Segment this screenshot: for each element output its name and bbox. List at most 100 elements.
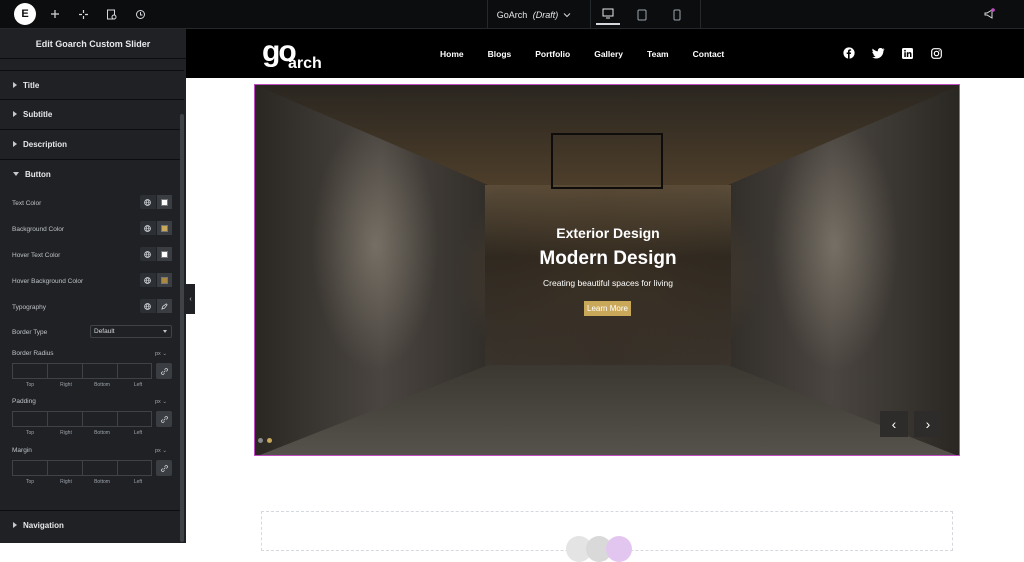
color-swatch[interactable] (155, 247, 172, 261)
margin-inputs (12, 460, 172, 476)
globe-icon[interactable] (140, 221, 156, 235)
pagination-dot-active[interactable] (267, 438, 272, 443)
border-type-value: Default (94, 328, 115, 335)
left-input[interactable] (117, 460, 153, 476)
left-input[interactable] (117, 411, 153, 427)
hover-text-color-label: Hover Text Color (12, 252, 61, 259)
typography-control[interactable] (140, 299, 172, 313)
tablet-view-button[interactable] (630, 4, 654, 25)
nav-team[interactable]: Team (647, 49, 669, 59)
custom-slider[interactable]: Exterior Design Modern Design Creating b… (254, 84, 960, 456)
elementor-logo-button[interactable]: E (14, 3, 36, 25)
section-description[interactable]: Description (0, 129, 184, 158)
slide-image-corridor (485, 185, 731, 365)
nav-contact[interactable]: Contact (693, 49, 725, 59)
chevron-down-icon (163, 330, 167, 333)
desktop-view-button[interactable] (596, 4, 620, 25)
color-swatch[interactable] (155, 273, 172, 287)
slider-next-button[interactable]: › (914, 411, 942, 437)
padding-unit[interactable]: px ⌄ (155, 399, 167, 405)
slider-pagination (258, 438, 276, 443)
margin-unit[interactable]: px ⌄ (155, 448, 167, 454)
border-radius-unit[interactable]: px ⌄ (155, 351, 167, 357)
hover-background-color-control[interactable] (140, 273, 172, 287)
history-button[interactable] (129, 4, 151, 24)
nav-gallery[interactable]: Gallery (594, 49, 623, 59)
page-settings-button[interactable] (100, 4, 122, 24)
right-input[interactable] (47, 460, 83, 476)
nav-portfolio[interactable]: Portfolio (535, 49, 570, 59)
text-color-label: Text Color (12, 200, 42, 207)
link-values-button[interactable] (156, 460, 172, 476)
globe-icon[interactable] (140, 273, 156, 287)
pagination-dot[interactable] (258, 438, 263, 443)
top-input[interactable] (12, 411, 48, 427)
section-navigation-label: Navigation (23, 520, 64, 530)
structure-button[interactable] (72, 4, 94, 24)
learn-more-button[interactable]: Learn More (584, 301, 631, 316)
section-button-label: Button (25, 169, 51, 179)
instagram-icon[interactable] (929, 46, 943, 60)
right-input[interactable] (47, 363, 83, 379)
caret-right-icon (13, 522, 17, 528)
mobile-view-button[interactable] (665, 4, 689, 25)
border-radius-dim-labels: Top Right Bottom Left (25, 382, 143, 388)
slide-title: Modern Design (539, 248, 677, 269)
main-nav: Home Blogs Portfolio Gallery Team Contac… (440, 29, 748, 78)
section-title[interactable]: Title (0, 70, 184, 99)
slide-subtitle: Exterior Design (556, 225, 660, 241)
notifications-button[interactable] (978, 4, 1000, 24)
section-navigation[interactable]: Navigation (0, 510, 184, 539)
slider-prev-button[interactable]: ‹ (880, 411, 908, 437)
link-values-button[interactable] (156, 363, 172, 379)
caret-right-icon (13, 141, 17, 147)
top-input[interactable] (12, 363, 48, 379)
twitter-icon[interactable] (871, 46, 885, 60)
typography-label: Typography (12, 304, 46, 311)
mobile-icon (673, 9, 681, 20)
link-values-button[interactable] (156, 411, 172, 427)
site-logo[interactable]: go arch (262, 35, 322, 72)
border-radius-inputs (12, 363, 172, 379)
caret-right-icon (13, 82, 17, 88)
bottom-input[interactable] (82, 411, 118, 427)
bottom-input[interactable] (82, 363, 118, 379)
section-subtitle-label: Subtitle (23, 109, 53, 119)
border-type-select[interactable]: Default (90, 325, 172, 338)
globe-icon[interactable] (140, 195, 156, 209)
globe-icon[interactable] (140, 299, 156, 313)
padding-dim-labels: Top Right Bottom Left (25, 430, 143, 436)
border-radius-label: Border Radius (12, 350, 54, 357)
color-swatch[interactable] (155, 221, 172, 235)
bottom-input[interactable] (82, 460, 118, 476)
chevron-left-icon: ‹ (891, 416, 897, 432)
collapse-panel-button[interactable]: ‹ (186, 284, 195, 314)
chevron-right-icon: › (925, 416, 931, 432)
editor-topbar: E GoArch (Draft) (0, 0, 1024, 29)
edit-pencil-icon[interactable] (155, 299, 172, 313)
top-input[interactable] (12, 460, 48, 476)
section-button[interactable]: Button (0, 159, 184, 188)
link-icon (160, 464, 168, 472)
linkedin-icon[interactable] (900, 46, 914, 60)
section-subtitle[interactable]: Subtitle (0, 99, 184, 128)
facebook-icon[interactable] (842, 46, 856, 60)
nav-home[interactable]: Home (440, 49, 464, 59)
color-swatch[interactable] (155, 195, 172, 209)
background-color-control[interactable] (140, 221, 172, 235)
right-input[interactable] (47, 411, 83, 427)
nav-blogs[interactable]: Blogs (488, 49, 512, 59)
margin-label: Margin (12, 447, 32, 454)
link-icon (160, 367, 168, 375)
padding-label: Padding (12, 398, 36, 405)
padding-inputs (12, 411, 172, 427)
tablet-icon (637, 9, 647, 20)
text-color-control[interactable] (140, 195, 172, 209)
border-type-label: Border Type (12, 329, 48, 336)
add-element-button[interactable] (44, 4, 66, 24)
globe-icon[interactable] (140, 247, 156, 261)
left-input[interactable] (117, 363, 153, 379)
hover-text-color-control[interactable] (140, 247, 172, 261)
document-title-dropdown[interactable]: GoArch (Draft) (487, 0, 580, 29)
panel-scrollbar[interactable] (180, 114, 184, 542)
